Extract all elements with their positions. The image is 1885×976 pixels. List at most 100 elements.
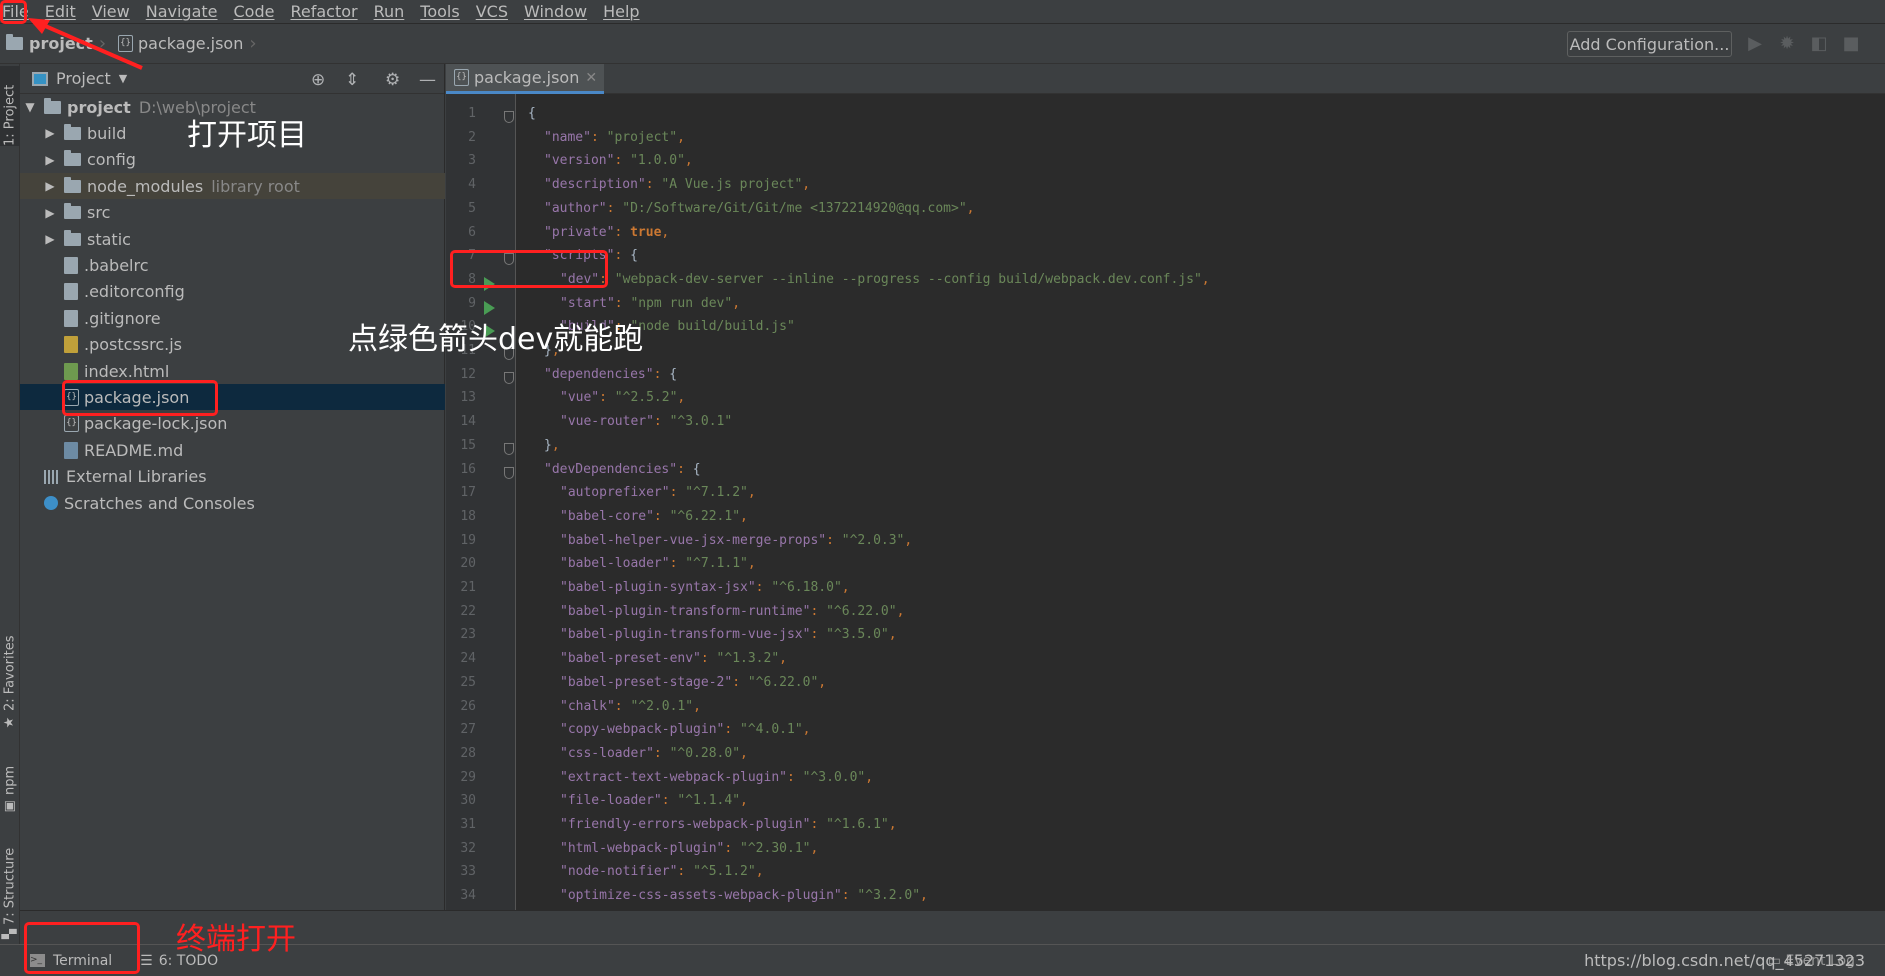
code-line: "version": "1.0.0", [544,149,693,173]
code-token: "D:/Software/Git/Git/me <1372214920@qq.c… [622,200,967,216]
close-icon[interactable]: ✕ [585,70,597,86]
code-token: "^3.0.0" [802,769,866,785]
code-token: "devDependencies" [544,461,678,477]
code-token: "vue" [560,390,600,406]
code-token: , [747,556,756,572]
stop-icon[interactable]: ■ [1842,35,1860,53]
tree-item[interactable]: Scratches and Consoles [20,490,445,516]
editor-tab-bar: {} package.json ✕ [446,64,1885,94]
code-token: "dependencies" [544,366,654,382]
menu-tools[interactable]: Tools [412,2,467,21]
fold-marker-icon[interactable] [504,466,514,479]
code-token: , [677,390,686,406]
tree-item[interactable]: .babelrc [20,252,445,278]
bug-icon[interactable]: ✹ [1778,35,1796,53]
code-token: : [826,532,842,548]
play-icon[interactable]: ▶ [1746,35,1764,53]
fold-marker-icon[interactable] [504,111,514,123]
code-line: "author": "D:/Software/Git/Git/me <13722… [544,197,974,221]
code-token: "A Vue.js project" [661,177,803,193]
tree-item-label: src [87,203,111,223]
code-token: "babel-helper-vue-jsx-merge-props" [560,532,827,548]
code-line: "babel-loader": "^7.1.1", [560,552,756,576]
code-token: : [614,295,631,311]
structure-icon: ▚ [2,929,18,939]
json-file-icon: {} [64,415,79,433]
tool-tab-favorites[interactable]: ★ 2: Favorites [0,630,20,730]
gear-icon[interactable]: ⚙ [385,70,400,90]
chevron-right-icon[interactable]: ▶ [44,179,56,193]
hide-icon[interactable]: — [419,70,436,90]
chevron-right-icon[interactable]: ▶ [44,232,56,246]
line-number: 1 [468,106,476,121]
chevron-right-icon[interactable]: ▶ [44,153,56,167]
code-token: "^2.30.1" [740,840,811,856]
tree-item[interactable]: .editorconfig [20,279,445,305]
menu-vcs[interactable]: VCS [468,2,516,21]
code-token: { [630,248,638,264]
line-number: 13 [460,390,476,406]
add-configuration-button[interactable]: Add Configuration... [1567,31,1732,57]
code-token: "html-webpack-plugin" [560,840,725,856]
fold-marker-icon[interactable] [504,371,514,384]
library-icon [44,469,60,484]
code-token: "copy-webpack-plugin" [560,722,725,738]
tree-item[interactable]: ▶ src [20,200,445,226]
locate-icon[interactable]: ⊕ [311,70,325,90]
code-token: : [810,603,827,619]
code-line: { [528,102,536,126]
chevron-right-icon[interactable]: ▶ [44,126,56,140]
code-line: "devDependencies": { [544,458,701,482]
fold-marker-icon[interactable] [504,442,514,455]
code-token: "friendly-errors-webpack-plugin" [560,817,811,832]
code-token: , [661,224,670,240]
menu-help[interactable]: Help [595,2,647,21]
code-token: "^2.0.1" [630,698,694,714]
json-file-icon: {} [454,69,469,86]
run-script-icon[interactable] [484,300,495,315]
menu-window[interactable]: Window [516,2,595,21]
code-token: "^4.0.1" [740,722,803,738]
code-token: : [700,651,717,667]
menu-refactor[interactable]: Refactor [282,2,365,21]
menu-code[interactable]: Code [226,2,283,21]
menu-bar: File Edit View Navigate Code Refactor Run Tools… [0,0,1885,24]
annotation-box-terminal [24,922,140,974]
tree-item[interactable]: ▶ static [20,226,445,252]
code-token: , [747,485,756,501]
tree-item[interactable]: ▶ node_modules library root [20,173,445,200]
code-token: : [677,864,694,880]
code-token: : [755,580,772,595]
tool-tab-npm[interactable]: ▣ npm [0,754,20,814]
code-token: : [732,674,748,690]
code-token: "version" [544,153,615,169]
tree-item-label: index.html [84,361,170,381]
code-token: : [653,745,670,761]
line-number: 26 [460,698,476,714]
tree-item-label: project [67,97,131,117]
code-area[interactable]: {"name": "project", "version": "1.0.0", "d… [516,94,1885,910]
line-number: 25 [460,674,476,690]
line-number: 28 [460,745,476,761]
code-line: "dev": "webpack-dev-server --inline --pr… [560,268,1210,292]
chevron-down-icon[interactable]: ▼ [24,100,36,114]
collapse-all-icon[interactable]: ⇕ [345,70,359,90]
tool-tab-structure[interactable]: ▚ 7: Structure [0,834,20,939]
code-line: "html-webpack-plugin": "^2.30.1", [560,837,818,861]
tree-item-label: build [87,123,127,143]
code-token: , [740,508,748,524]
coverage-icon[interactable]: ◧ [1810,35,1828,53]
tree-item-label: External Libraries [66,467,207,487]
code-token: "^7.1.1" [685,556,748,572]
tree-item[interactable]: External Libraries [20,464,445,490]
menu-run[interactable]: Run [366,2,413,21]
chevron-right-icon[interactable]: ▶ [44,206,56,220]
line-number: 9 [468,295,476,311]
tree-item[interactable]: README.md [20,437,445,463]
line-number: 17 [460,485,476,501]
code-token: , [841,580,850,595]
tab-package-json[interactable]: {} package.json ✕ [446,64,604,94]
file-file-icon [64,256,78,274]
line-number: 5 [468,200,476,216]
project-panel: Project ▼ ⊕ ⇕ ⚙ — ▼ project D:\web\project… [20,64,445,910]
